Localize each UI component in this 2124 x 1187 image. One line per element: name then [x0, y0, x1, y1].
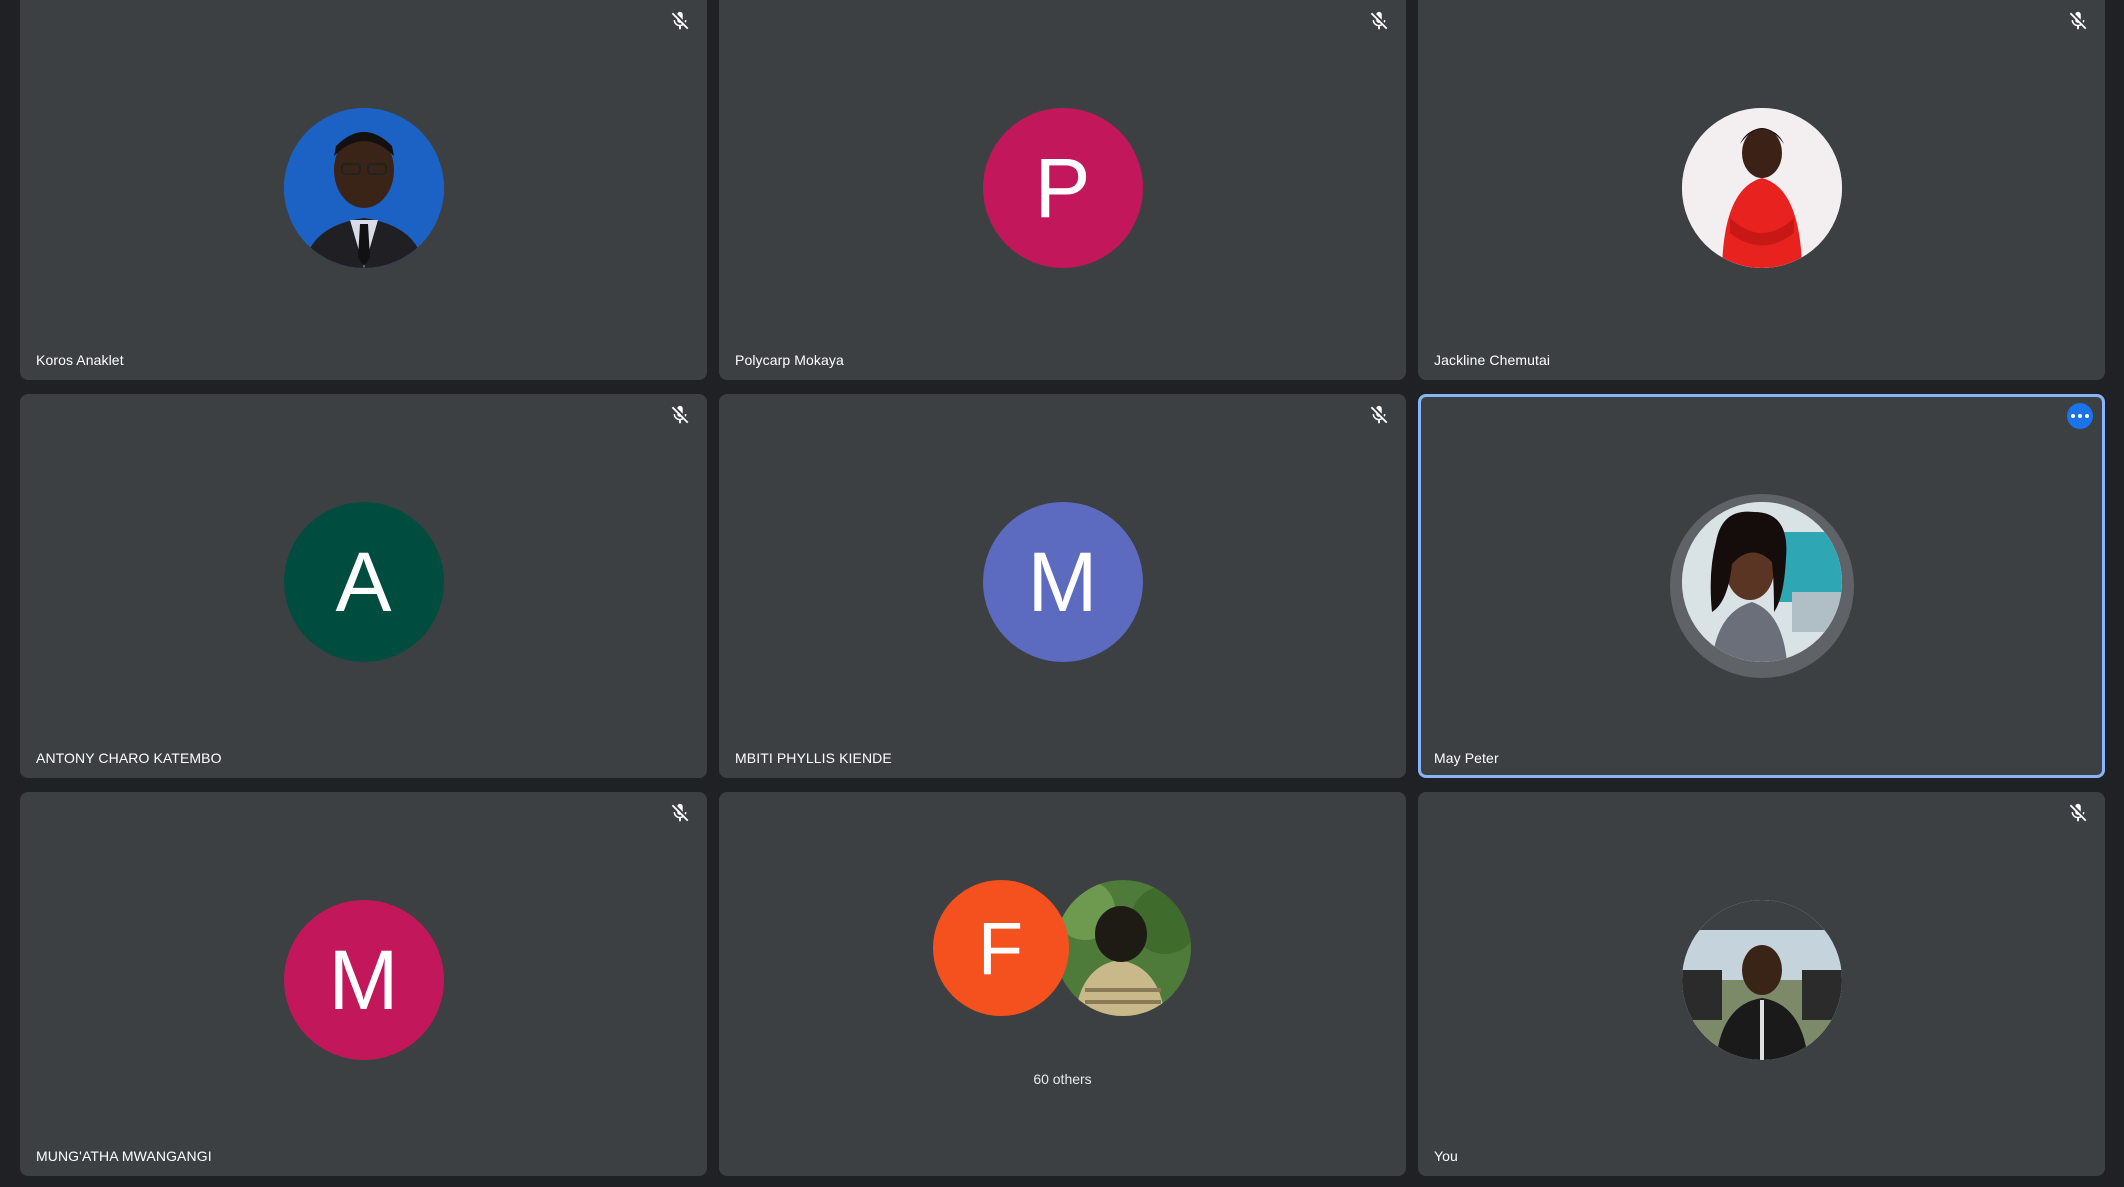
more-horiz-icon[interactable]	[2067, 403, 2093, 429]
participant-tile-may-peter[interactable]: May Peter	[1418, 394, 2105, 778]
avatar-photo	[1681, 900, 1842, 1060]
participant-tile-antony-charo-katembo[interactable]: A ANTONY CHARO KATEMBO	[20, 394, 707, 778]
mic-off-icon	[2067, 802, 2089, 824]
avatar-initial: M	[982, 502, 1143, 662]
participant-name: Jackline Chemutai	[1434, 352, 1551, 368]
avatar-initial: F	[932, 880, 1069, 1016]
participant-name: Polycarp Mokaya	[735, 352, 844, 368]
participant-name: MBITI PHYLLIS KIENDE	[735, 750, 892, 766]
avatar-photo	[1054, 880, 1191, 1016]
participant-tile-you[interactable]: You	[1418, 792, 2105, 1176]
participant-name: You	[1434, 1148, 1458, 1164]
avatar-initial: A	[283, 502, 444, 662]
avatar-initial: M	[283, 900, 444, 1060]
participant-name: ANTONY CHARO KATEMBO	[36, 750, 222, 766]
participant-tile-jackline-chemutai[interactable]: Jackline Chemutai	[1418, 0, 2105, 380]
participant-name: Koros Anaklet	[36, 352, 124, 368]
mic-off-icon	[669, 404, 691, 426]
avatar-initial: P	[982, 108, 1143, 268]
others-count: 60 others	[1033, 1071, 1092, 1087]
mic-off-icon	[1368, 404, 1390, 426]
participant-grid: Koros Anaklet P Polycarp Mokaya Jackline…	[20, 0, 2105, 1176]
mic-off-icon	[1368, 10, 1390, 32]
participant-tile-koros-anaklet[interactable]: Koros Anaklet	[20, 0, 707, 380]
mic-off-icon	[2067, 10, 2089, 32]
participant-tile-mungatha-mwangangi[interactable]: M MUNG'ATHA MWANGANGI	[20, 792, 707, 1176]
others-tile[interactable]: F 60 others	[719, 792, 1406, 1176]
avatar-photo	[1681, 502, 1842, 662]
avatar-photo	[1681, 108, 1842, 268]
participant-name: May Peter	[1434, 750, 1499, 766]
mic-off-icon	[669, 10, 691, 32]
participant-tile-mbiti-phyllis-kiende[interactable]: M MBITI PHYLLIS KIENDE	[719, 394, 1406, 778]
avatar-photo	[283, 108, 444, 268]
participant-tile-polycarp-mokaya[interactable]: P Polycarp Mokaya	[719, 0, 1406, 380]
mic-off-icon	[669, 802, 691, 824]
others-avatar-group: F	[932, 880, 1193, 1020]
participant-name: MUNG'ATHA MWANGANGI	[36, 1148, 212, 1164]
